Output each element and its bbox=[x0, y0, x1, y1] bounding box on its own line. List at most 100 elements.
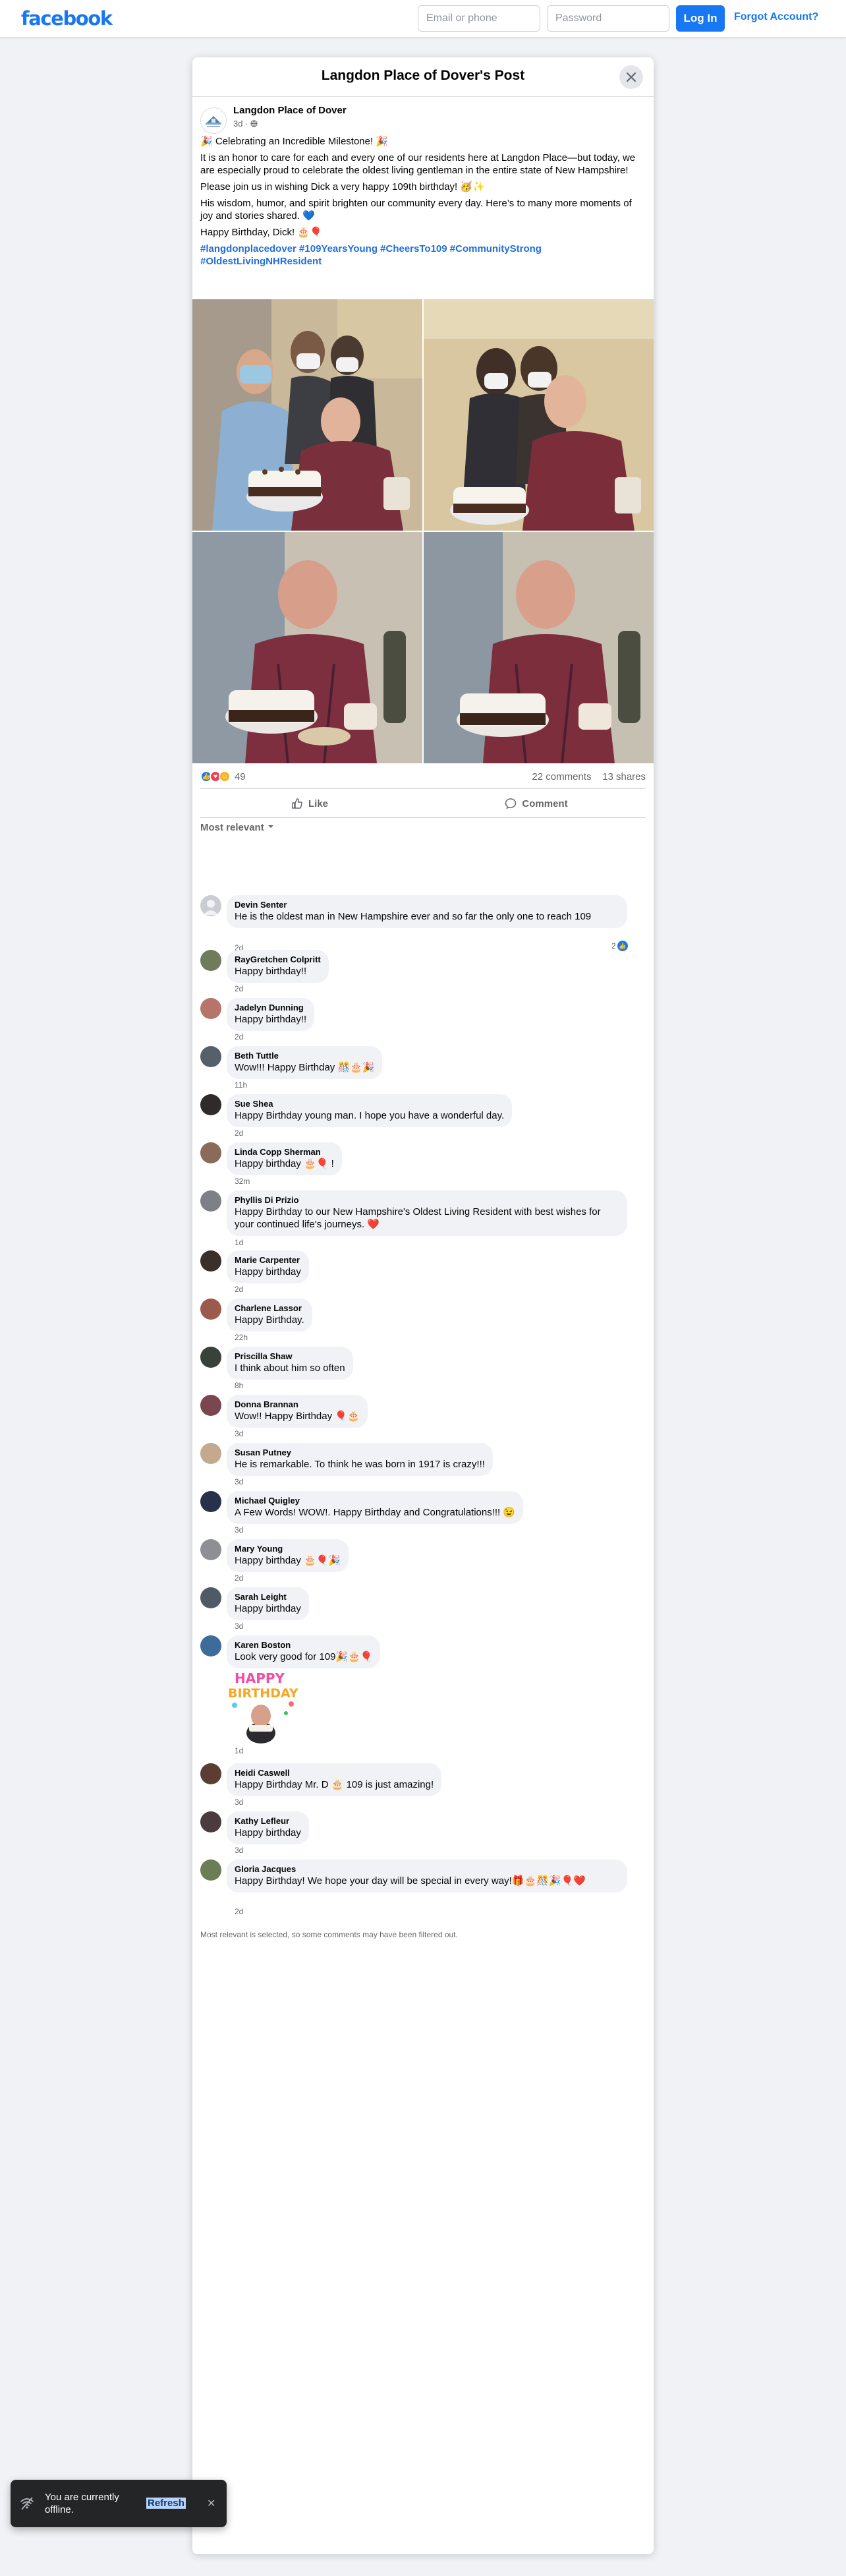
dialog-header: Langdon Place of Dover's Post bbox=[192, 57, 654, 97]
comment-author[interactable]: Sarah Leight bbox=[235, 1592, 301, 1602]
avatar[interactable] bbox=[200, 950, 221, 971]
comment-time[interactable]: 3d bbox=[235, 1477, 243, 1486]
comment-icon bbox=[505, 798, 517, 809]
comments-count[interactable]: 22 comments bbox=[532, 771, 591, 782]
post-body: 🎉 Celebrating an Incredible Milestone! 🎉… bbox=[200, 135, 646, 272]
photo-3[interactable] bbox=[192, 532, 422, 763]
comment-time[interactable]: 2d bbox=[235, 1032, 243, 1041]
comment-text: Happy birthday 🎂🎈 ! bbox=[235, 1158, 334, 1169]
avatar[interactable] bbox=[200, 1299, 221, 1320]
comment-author[interactable]: Charlene Lassor bbox=[235, 1303, 304, 1314]
comment-text: Happy birthday bbox=[235, 1266, 301, 1277]
comment-time[interactable]: 2d bbox=[235, 1907, 243, 1916]
post-hashtags[interactable]: #langdonplacedover #109YearsYoung #Cheer… bbox=[200, 243, 646, 268]
comment-button[interactable]: Comment bbox=[427, 792, 646, 815]
comment-time[interactable]: 2d bbox=[235, 1285, 243, 1294]
comment-time[interactable]: 2d bbox=[235, 984, 243, 993]
comment-bubble: Sue Shea Happy Birthday young man. I hop… bbox=[227, 1094, 513, 1127]
comment-time[interactable]: 8h bbox=[235, 1381, 243, 1390]
birthday-sticker[interactable]: HAPPY BIRTHDAY bbox=[227, 1667, 299, 1745]
sort-dropdown[interactable]: Most relevant bbox=[200, 822, 275, 833]
close-button[interactable] bbox=[619, 65, 643, 89]
comment-time[interactable]: 3d bbox=[235, 1525, 243, 1535]
comment-time[interactable]: 3d bbox=[235, 1846, 243, 1855]
avatar[interactable] bbox=[200, 1443, 221, 1464]
avatar[interactable] bbox=[200, 1190, 221, 1212]
forgot-account-link[interactable]: Forgot Account? bbox=[734, 11, 818, 23]
reaction-summary[interactable]: 👍 ♥ ☺ 49 bbox=[200, 771, 246, 782]
avatar[interactable] bbox=[200, 1763, 221, 1784]
page-avatar[interactable] bbox=[200, 107, 227, 134]
photo-4[interactable] bbox=[424, 532, 654, 763]
comment-bubble: Susan Putney He is remarkable. To think … bbox=[227, 1443, 493, 1476]
comment-author[interactable]: Michael Quigley bbox=[235, 1496, 515, 1506]
post-paragraph: Please join us in wishing Dick a very ha… bbox=[200, 181, 485, 192]
comment-time[interactable]: 3d bbox=[235, 1798, 243, 1807]
avatar[interactable] bbox=[200, 1395, 221, 1416]
comment-time[interactable]: 1d bbox=[235, 1238, 243, 1247]
comment-author[interactable]: Mary Young bbox=[235, 1544, 341, 1554]
comment-author[interactable]: RayGretchen Colpritt bbox=[235, 954, 321, 965]
comment-author[interactable]: Devin Senter bbox=[235, 900, 619, 910]
comment-bubble: Michael Quigley A Few Words! WOW!. Happy… bbox=[227, 1491, 524, 1524]
password-field[interactable] bbox=[547, 5, 669, 32]
close-icon[interactable]: ✕ bbox=[207, 2497, 215, 2510]
comment-text: Wow!!! Happy Birthday 🎊🎂🎉 bbox=[235, 1062, 375, 1073]
comment-time[interactable]: 32m bbox=[235, 1177, 250, 1186]
comment-author[interactable]: Susan Putney bbox=[235, 1448, 485, 1458]
comment-bubble: Kathy Lefleur Happy birthday bbox=[227, 1811, 309, 1844]
comment-author[interactable]: Sue Shea bbox=[235, 1099, 504, 1109]
comment-author[interactable]: Linda Copp Sherman bbox=[235, 1147, 334, 1157]
sort-label: Most relevant bbox=[200, 822, 264, 833]
email-field[interactable] bbox=[418, 5, 540, 32]
comment-author[interactable]: Kathy Lefleur bbox=[235, 1816, 301, 1827]
author-name[interactable]: Langdon Place of Dover bbox=[233, 105, 347, 116]
avatar[interactable] bbox=[200, 1094, 221, 1115]
comment-likes[interactable]: 2 👍 bbox=[611, 941, 628, 951]
avatar[interactable] bbox=[200, 1587, 221, 1608]
comment-bubble: Phyllis Di Prizio Happy Birthday to our … bbox=[227, 1190, 627, 1236]
avatar[interactable] bbox=[200, 1539, 221, 1560]
avatar[interactable] bbox=[200, 1046, 221, 1067]
refresh-button[interactable]: Refresh bbox=[146, 2498, 186, 2509]
avatar[interactable] bbox=[200, 1491, 221, 1512]
photo-2[interactable] bbox=[424, 299, 654, 531]
avatar[interactable] bbox=[200, 1811, 221, 1832]
comment-time[interactable]: 22h bbox=[235, 1333, 248, 1342]
facebook-logo[interactable]: facebook bbox=[21, 7, 113, 30]
comment-time[interactable]: 3d bbox=[235, 1429, 243, 1438]
meta-separator: · bbox=[245, 119, 248, 129]
comment-text: Happy Birthday young man. I hope you hav… bbox=[235, 1110, 505, 1121]
comment-author[interactable]: Marie Carpenter bbox=[235, 1255, 301, 1266]
comment-author[interactable]: Beth Tuttle bbox=[235, 1051, 374, 1061]
comment-author[interactable]: Donna Brannan bbox=[235, 1399, 360, 1410]
avatar[interactable] bbox=[200, 1859, 221, 1881]
comment-text: Happy birthday bbox=[235, 1603, 301, 1614]
globe-icon bbox=[250, 120, 258, 127]
avatar[interactable] bbox=[200, 895, 221, 916]
comment-time[interactable]: 3d bbox=[235, 1622, 243, 1631]
avatar[interactable] bbox=[200, 1142, 221, 1163]
photo-1[interactable] bbox=[192, 299, 422, 531]
post-paragraph: It is an honor to care for each and ever… bbox=[200, 152, 636, 176]
comment-author[interactable]: Karen Boston bbox=[235, 1640, 372, 1651]
post-time[interactable]: 3d bbox=[233, 119, 242, 129]
avatar[interactable] bbox=[200, 1635, 221, 1656]
avatar[interactable] bbox=[200, 1250, 221, 1272]
like-button[interactable]: Like bbox=[200, 792, 419, 815]
comment-author[interactable]: Jadelyn Dunning bbox=[235, 1003, 306, 1013]
comment-time[interactable]: 11h bbox=[235, 1080, 247, 1090]
thumbs-up-icon bbox=[292, 798, 302, 809]
comment-author[interactable]: Gloria Jacques bbox=[235, 1864, 619, 1875]
comment-time[interactable]: 2d bbox=[235, 1573, 243, 1583]
comment-time[interactable]: 1d bbox=[235, 1746, 243, 1755]
comment-author[interactable]: Heidi Caswell bbox=[235, 1768, 434, 1778]
reaction-count: 49 bbox=[235, 771, 246, 782]
login-button[interactable]: Log In bbox=[676, 5, 725, 32]
avatar[interactable] bbox=[200, 998, 221, 1019]
comment-author[interactable]: Priscilla Shaw bbox=[235, 1351, 345, 1362]
comment-time[interactable]: 2d bbox=[235, 1128, 243, 1138]
shares-count[interactable]: 13 shares bbox=[602, 771, 646, 782]
comment-author[interactable]: Phyllis Di Prizio bbox=[235, 1195, 619, 1206]
avatar[interactable] bbox=[200, 1347, 221, 1368]
